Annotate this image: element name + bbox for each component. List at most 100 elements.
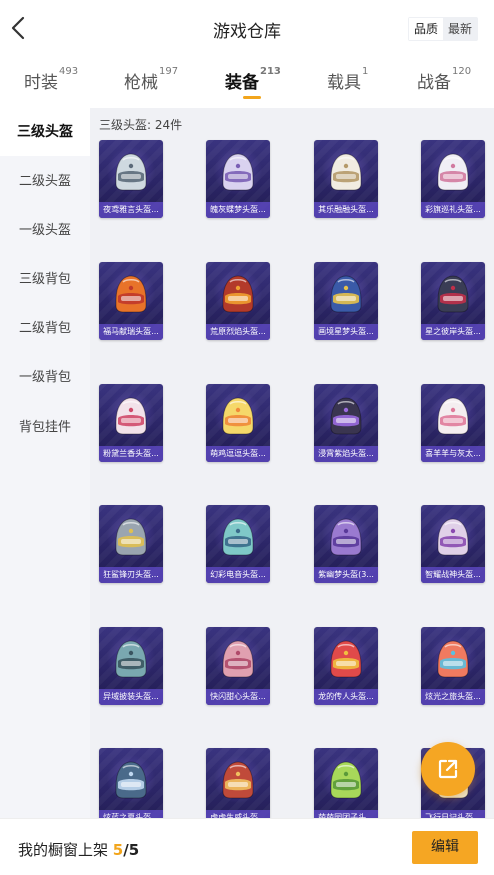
helmet-icon	[222, 397, 254, 435]
item-card[interactable]: 异域披装头盔...	[99, 627, 163, 705]
showcase-total: 5	[128, 841, 140, 859]
item-name: 萌萌园团子头...	[314, 810, 378, 818]
sort-toggle: 品质 最新	[407, 17, 478, 41]
helmet-icon	[115, 761, 147, 799]
item-name: 炫光之旅头盔...	[421, 689, 485, 705]
item-card[interactable]: 萌萌园团子头...	[314, 748, 378, 818]
helmet-icon	[115, 153, 147, 191]
sidebar-item-level2-helmet[interactable]: 二级头盔	[0, 158, 90, 206]
item-name: 粉黛兰香头盔...	[99, 446, 163, 462]
item-card[interactable]: 炫光之旅头盔...	[421, 627, 485, 705]
item-card[interactable]: 快闪甜心头盔...	[206, 627, 270, 705]
showcase-label: 我的橱窗上架	[18, 841, 109, 859]
tab-count: 120	[452, 66, 472, 77]
sort-quality-button[interactable]: 品质	[408, 18, 443, 40]
item-name: 虎虎生威头盔...	[206, 810, 270, 818]
item-name: 紫幽梦头盔(3...	[314, 567, 378, 583]
helmet-icon	[437, 397, 469, 435]
helmet-icon	[330, 761, 362, 799]
tab-label: 载具	[327, 73, 361, 93]
sidebar-item-backpack-charm[interactable]: 背包挂件	[0, 404, 90, 452]
tab-fashion[interactable]: 时装493	[24, 66, 78, 93]
tab-guns[interactable]: 枪械197	[124, 66, 178, 93]
item-name: 星之彼岸头盔...	[421, 324, 485, 340]
helmet-icon	[115, 518, 147, 556]
item-card[interactable]: 画境星梦头盔...	[314, 262, 378, 340]
tab-label: 时装	[24, 73, 58, 93]
helmet-icon	[330, 275, 362, 313]
helmet-icon	[222, 153, 254, 191]
item-card[interactable]: 炫蓝之夏头盔...	[99, 748, 163, 818]
helmet-icon	[115, 397, 147, 435]
tab-count: 213	[260, 66, 281, 77]
item-card[interactable]: 狂鲨锋刃头盔...	[99, 505, 163, 583]
showcase-status: 我的橱窗上架 5/5	[18, 839, 139, 860]
item-name: 飞行日记头盔...	[421, 810, 485, 818]
helmet-icon	[115, 275, 147, 313]
item-name: 萌鸡逗逗头盔...	[206, 446, 270, 462]
edit-button[interactable]: 编辑	[412, 831, 478, 864]
item-name: 魄灰蝶梦头盔...	[206, 202, 270, 218]
item-card[interactable]: 其乐融融头盔...	[314, 140, 378, 218]
item-card[interactable]: 萌鸡逗逗头盔...	[206, 384, 270, 462]
sidebar-item-level3-backpack[interactable]: 三级背包	[0, 256, 90, 304]
item-name: 幻彩电音头盔...	[206, 567, 270, 583]
item-card[interactable]: 夜鸢雅言头盔...	[99, 140, 163, 218]
item-card[interactable]: 喜羊羊与灰太...	[421, 384, 485, 462]
tab-supplies[interactable]: 战备120	[417, 66, 472, 93]
item-card[interactable]: 福马献瑞头盔...	[99, 262, 163, 340]
item-name: 喜羊羊与灰太...	[421, 446, 485, 462]
item-card[interactable]: 智耀战神头盔...	[421, 505, 485, 583]
item-name: 其乐融融头盔...	[314, 202, 378, 218]
tab-equipment[interactable]: 装备213	[225, 66, 281, 99]
helmet-icon	[330, 640, 362, 678]
helmet-icon	[437, 640, 469, 678]
helmet-icon	[330, 397, 362, 435]
showcase-count: 5	[112, 841, 124, 859]
item-name: 龙的传人头盔...	[314, 689, 378, 705]
bottom-bar: 我的橱窗上架 5/5 编辑	[0, 818, 494, 875]
helmet-icon	[330, 153, 362, 191]
helmet-icon	[330, 518, 362, 556]
item-card[interactable]: 浸霄紫焰头盔...	[314, 384, 378, 462]
item-name: 快闪甜心头盔...	[206, 689, 270, 705]
item-name: 荒原烈焰头盔...	[206, 324, 270, 340]
sort-newest-button[interactable]: 最新	[443, 18, 477, 40]
category-tabs: 时装493 枪械197 装备213 载具1 战备120	[0, 58, 494, 108]
item-card[interactable]: 紫幽梦头盔(3...	[314, 505, 378, 583]
item-name: 福马献瑞头盔...	[99, 324, 163, 340]
category-sidebar: 三级头盔 二级头盔 一级头盔 三级背包 二级背包 一级背包 背包挂件	[0, 108, 90, 818]
item-name: 智耀战神头盔...	[421, 567, 485, 583]
helmet-icon	[115, 640, 147, 678]
tab-vehicles[interactable]: 载具1	[327, 66, 369, 93]
item-card[interactable]: 幻彩电音头盔...	[206, 505, 270, 583]
share-button[interactable]	[421, 742, 475, 796]
item-card[interactable]: 彩旗巡礼头盔...	[421, 140, 485, 218]
sidebar-item-level1-helmet[interactable]: 一级头盔	[0, 207, 90, 255]
item-card[interactable]: 星之彼岸头盔...	[421, 262, 485, 340]
helmet-icon	[222, 640, 254, 678]
tab-label: 战备	[417, 73, 451, 93]
item-name: 炫蓝之夏头盔...	[99, 810, 163, 818]
item-card[interactable]: 魄灰蝶梦头盔...	[206, 140, 270, 218]
helmet-icon	[437, 518, 469, 556]
item-name: 狂鲨锋刃头盔...	[99, 567, 163, 583]
helmet-icon	[222, 275, 254, 313]
helmet-icon	[437, 275, 469, 313]
item-card[interactable]: 粉黛兰香头盔...	[99, 384, 163, 462]
tab-label: 装备	[225, 73, 259, 93]
item-card[interactable]: 龙的传人头盔...	[314, 627, 378, 705]
tab-label: 枪械	[124, 73, 158, 93]
helmet-icon	[222, 518, 254, 556]
item-card[interactable]: 荒原烈焰头盔...	[206, 262, 270, 340]
section-title: 三级头盔: 24件	[99, 118, 183, 132]
tab-count: 1	[362, 66, 369, 77]
sidebar-item-level1-backpack[interactable]: 一级背包	[0, 354, 90, 402]
sidebar-item-level2-backpack[interactable]: 二级背包	[0, 305, 90, 353]
item-card[interactable]: 虎虎生威头盔...	[206, 748, 270, 818]
sidebar-item-level3-helmet[interactable]: 三级头盔	[0, 108, 90, 156]
item-name: 画境星梦头盔...	[314, 324, 378, 340]
share-export-icon	[438, 759, 458, 779]
item-name: 浸霄紫焰头盔...	[314, 446, 378, 462]
item-name: 夜鸢雅言头盔...	[99, 202, 163, 218]
